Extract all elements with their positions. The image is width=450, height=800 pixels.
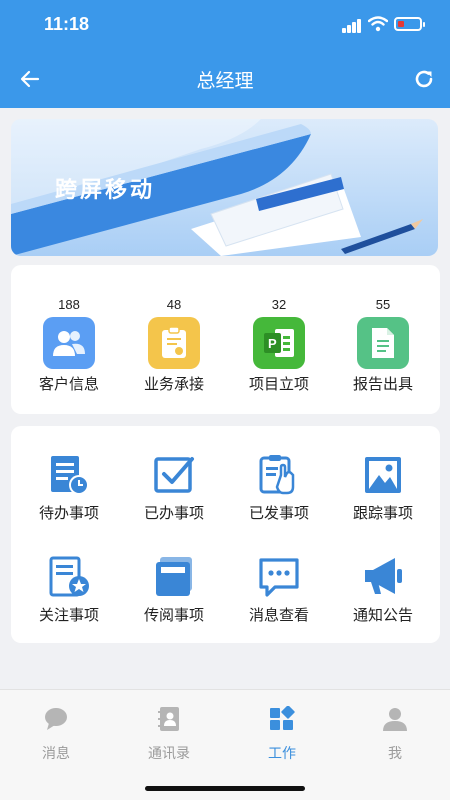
home-indicator[interactable] [145, 786, 305, 791]
tab-work[interactable]: 工作 [242, 705, 322, 763]
stat-count: 48 [166, 297, 182, 312]
todo-icon [46, 452, 92, 498]
track-icon [360, 452, 406, 498]
stats-card: 188 客户信息 48 业务承接 32 P 项目立项 55 报告出具 [11, 265, 440, 414]
chat-icon [45, 708, 67, 730]
tab-messages[interactable]: 消息 [16, 706, 96, 763]
stat-report[interactable]: 55 报告出具 [333, 297, 433, 394]
report-icon [357, 317, 409, 369]
nav-bar: 总经理 [0, 50, 450, 108]
task-label: 跟踪事项 [352, 504, 413, 522]
task-done[interactable]: 已办事项 [124, 452, 224, 523]
stat-count: 188 [58, 297, 80, 312]
task-todo[interactable]: 待办事项 [19, 452, 119, 523]
person-icon [383, 708, 407, 731]
tab-label: 消息 [42, 746, 70, 762]
task-follow[interactable]: 关注事项 [19, 554, 119, 625]
battery-icon [394, 17, 425, 31]
tab-label: 工作 [268, 746, 296, 762]
stat-label: 客户信息 [38, 375, 99, 393]
task-label: 待办事项 [38, 504, 99, 522]
contacts-icon [158, 707, 179, 731]
work-icon [270, 705, 295, 730]
stat-customers[interactable]: 188 客户信息 [19, 297, 119, 394]
tasks-card: 待办事项 已办事项 已发事项 跟踪事项 关注事项 传阅事项 消息查看 通知公告 [11, 426, 440, 643]
refresh-button[interactable] [408, 63, 440, 95]
stat-count: 32 [271, 297, 287, 312]
message-icon [256, 554, 302, 600]
status-bar: 11:18 [0, 0, 450, 50]
task-label: 消息查看 [248, 606, 309, 624]
task-label: 通知公告 [352, 606, 413, 624]
page-title: 总经理 [196, 70, 254, 92]
project-icon: P [253, 317, 305, 369]
stat-project[interactable]: 32 P 项目立项 [229, 297, 329, 394]
customers-icon [43, 317, 95, 369]
stat-count: 55 [375, 297, 391, 312]
tab-me[interactable]: 我 [355, 706, 435, 763]
task-sent[interactable]: 已发事项 [229, 452, 329, 523]
task-label: 传阅事项 [143, 606, 204, 624]
task-label: 关注事项 [38, 606, 99, 624]
follow-icon [46, 554, 92, 600]
stat-label: 项目立项 [248, 375, 309, 393]
tab-label: 我 [388, 746, 402, 762]
refresh-icon [415, 70, 433, 88]
svg-text:P: P [268, 336, 277, 351]
tab-label: 通讯录 [148, 746, 190, 762]
signal-icon [342, 19, 362, 33]
wifi-icon [368, 16, 388, 32]
bottom-tab-bar: 消息 通讯录 工作 我 [0, 689, 450, 800]
promo-banner[interactable]: 跨屏移动 [11, 119, 438, 256]
task-label: 已发事项 [248, 504, 309, 522]
clipboard-icon [148, 317, 200, 369]
task-announce[interactable]: 通知公告 [333, 554, 433, 625]
task-circulate[interactable]: 传阅事项 [124, 554, 224, 625]
task-message[interactable]: 消息查看 [229, 554, 329, 625]
stat-label: 报告出具 [352, 375, 413, 393]
banner-title: 跨屏移动 [55, 177, 156, 203]
stat-label: 业务承接 [143, 375, 204, 393]
sent-icon [256, 452, 302, 498]
status-time: 11:18 [44, 14, 90, 34]
task-track[interactable]: 跟踪事项 [333, 452, 433, 523]
task-label: 已办事项 [143, 504, 204, 522]
announce-icon [360, 554, 406, 600]
stat-business[interactable]: 48 业务承接 [124, 297, 224, 394]
circulate-icon [151, 554, 197, 600]
tab-contacts[interactable]: 通讯录 [129, 706, 209, 763]
done-icon [151, 452, 197, 498]
